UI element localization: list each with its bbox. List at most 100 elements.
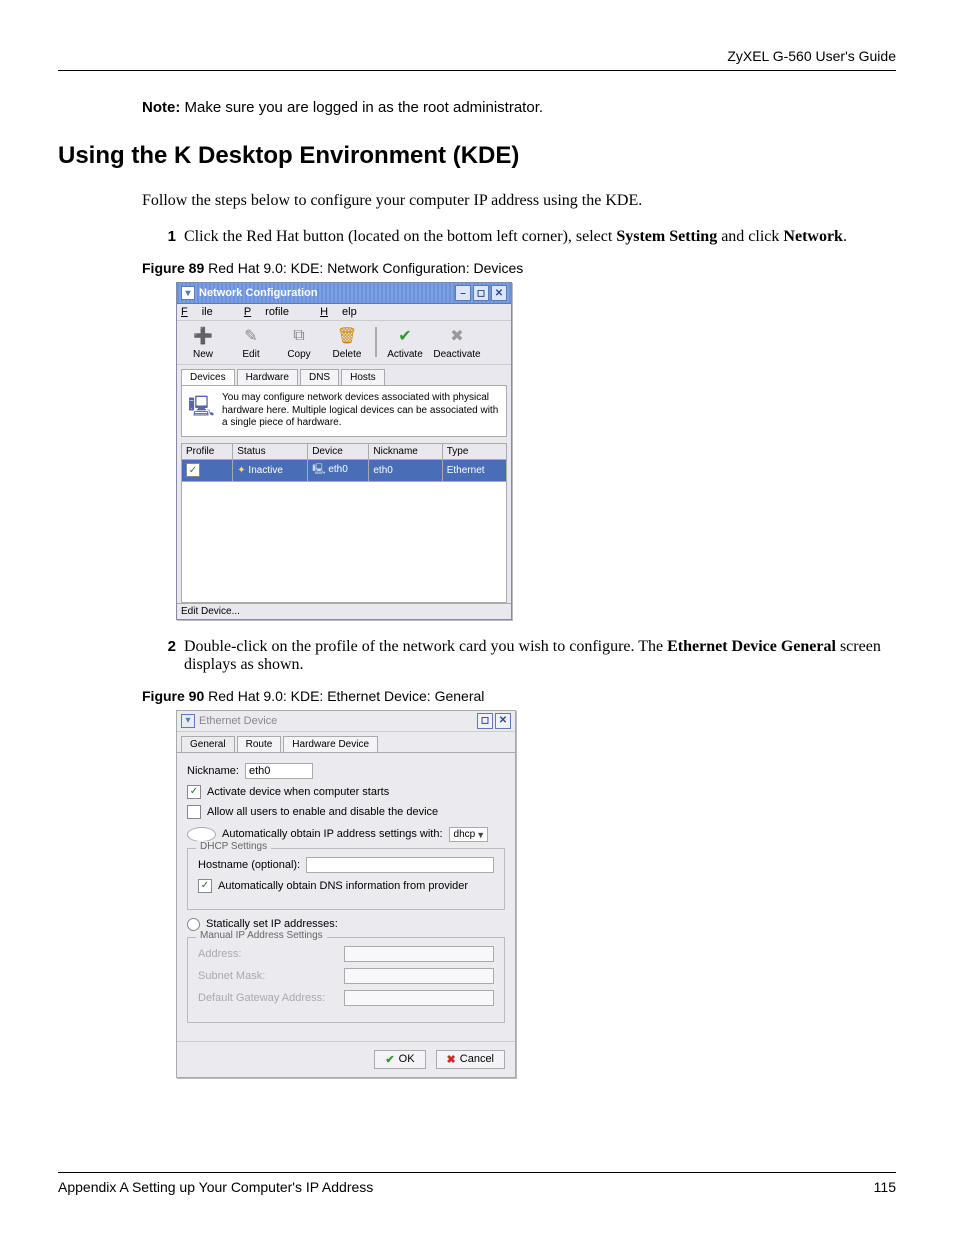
maximize-button[interactable]: ◻	[477, 713, 493, 729]
menu-help[interactable]: Help	[320, 306, 371, 318]
tab-devices[interactable]: Devices	[181, 369, 235, 385]
col-type[interactable]: Type	[442, 443, 506, 459]
col-profile[interactable]: Profile	[182, 443, 233, 459]
toolbar-delete[interactable]: 🗑Delete	[323, 325, 371, 360]
section-title: Using the K Desktop Environment (KDE)	[58, 142, 896, 170]
address-field	[344, 946, 494, 962]
footer-right: 115	[874, 1179, 896, 1195]
minimize-button[interactable]: –	[455, 285, 471, 301]
header-rule	[58, 70, 896, 71]
close-icon: ✖	[447, 1053, 456, 1066]
auto-dns-checkbox[interactable]: ✓	[198, 879, 212, 893]
window-menu-icon[interactable]: ▾	[181, 286, 195, 300]
col-nickname[interactable]: Nickname	[369, 443, 442, 459]
tab-hardware-device[interactable]: Hardware Device	[283, 736, 378, 752]
manual-ip-fieldset: Manual IP Address Settings Address: Subn…	[187, 937, 505, 1023]
activate-icon: ✔	[394, 325, 416, 347]
page-header: ZyXEL G-560 User's Guide	[58, 48, 896, 70]
profile-checkbox[interactable]: ✓	[186, 463, 200, 477]
toolbar: ➕New ✎Edit ⧉Copy 🗑Delete ✔Activate ✖Deac…	[177, 321, 511, 365]
window-menu-icon[interactable]: ▾	[181, 714, 195, 728]
nickname-field[interactable]	[245, 763, 313, 779]
toolbar-copy[interactable]: ⧉Copy	[275, 325, 323, 360]
menubar: File Profile Help	[177, 304, 511, 321]
nickname-label: Nickname:	[187, 765, 239, 777]
deactivate-icon: ✖	[446, 325, 468, 347]
hostname-field[interactable]	[306, 857, 494, 873]
copy-icon: ⧉	[288, 325, 310, 347]
hostname-label: Hostname (optional):	[198, 859, 300, 871]
toolbar-deactivate[interactable]: ✖Deactivate	[429, 325, 485, 360]
address-label: Address:	[198, 948, 338, 960]
intro-text: Follow the steps below to configure your…	[142, 192, 896, 210]
note-label: Note:	[142, 99, 180, 116]
menu-profile[interactable]: Profile	[244, 306, 303, 318]
dhcp-settings-fieldset: DHCP Settings Hostname (optional): ✓ Aut…	[187, 848, 505, 910]
info-text: You may configure network devices associ…	[222, 392, 500, 430]
allow-users-label: Allow all users to enable and disable th…	[207, 806, 438, 818]
window-title: Ethernet Device	[199, 715, 277, 727]
footer-left: Appendix A Setting up Your Computer's IP…	[58, 1179, 373, 1195]
col-status[interactable]: Status	[233, 443, 308, 459]
network-card-icon: 🖳	[188, 392, 216, 430]
tabs: General Route Hardware Device	[177, 732, 515, 752]
figure-90-caption: Figure 90 Red Hat 9.0: KDE: Ethernet Dev…	[142, 688, 896, 704]
network-config-window: ▾ Network Configuration – ◻ ✕ File Profi…	[176, 282, 512, 620]
tab-route[interactable]: Route	[237, 736, 282, 752]
tab-dns[interactable]: DNS	[300, 369, 339, 385]
cancel-button[interactable]: ✖Cancel	[436, 1050, 505, 1069]
maximize-button[interactable]: ◻	[473, 285, 489, 301]
tab-hardware[interactable]: Hardware	[237, 369, 298, 385]
window-title: Network Configuration	[199, 287, 318, 299]
check-icon: ✔	[385, 1053, 394, 1066]
figure-89-caption: Figure 89 Red Hat 9.0: KDE: Network Conf…	[142, 260, 896, 276]
col-device[interactable]: Device	[308, 443, 369, 459]
tab-general[interactable]: General	[181, 736, 235, 752]
toolbar-edit[interactable]: ✎Edit	[227, 325, 275, 360]
dialog-buttons: ✔OK ✖Cancel	[177, 1041, 515, 1077]
allow-users-checkbox[interactable]	[187, 805, 201, 819]
ok-button[interactable]: ✔OK	[374, 1050, 425, 1069]
subnet-mask-label: Subnet Mask:	[198, 970, 338, 982]
note-text: Make sure you are logged in as the root …	[180, 99, 543, 116]
auto-dns-label: Automatically obtain DNS information fro…	[218, 880, 468, 892]
step-1-num: 1	[158, 228, 176, 246]
step-2: 2 Double-click on the profile of the net…	[158, 638, 896, 674]
gateway-field	[344, 990, 494, 1006]
titlebar[interactable]: ▾ Network Configuration – ◻ ✕	[177, 283, 511, 304]
table-row[interactable]: ✓ ✦ Inactive 🖳 eth0 eth0 Ethernet	[182, 459, 507, 481]
close-button[interactable]: ✕	[491, 285, 507, 301]
activate-label: Activate device when computer starts	[207, 786, 389, 798]
menu-file[interactable]: File	[181, 306, 227, 318]
activate-checkbox[interactable]: ✓	[187, 785, 201, 799]
auto-ip-radio[interactable]	[187, 827, 216, 842]
new-icon: ➕	[192, 325, 214, 347]
edit-icon: ✎	[240, 325, 262, 347]
statusbar: Edit Device...	[177, 603, 511, 619]
gateway-label: Default Gateway Address:	[198, 992, 338, 1004]
static-ip-label: Statically set IP addresses:	[206, 918, 338, 930]
titlebar[interactable]: ▾ Ethernet Device ◻ ✕	[177, 711, 515, 732]
auto-ip-label: Automatically obtain IP address settings…	[222, 828, 443, 840]
dhcp-legend: DHCP Settings	[196, 841, 271, 852]
tab-hosts[interactable]: Hosts	[341, 369, 385, 385]
note-line: Note: Make sure you are logged in as the…	[142, 99, 896, 116]
tab-body: 🖳 You may configure network devices asso…	[181, 385, 507, 437]
tabs: Devices Hardware DNS Hosts	[177, 365, 511, 385]
toolbar-new[interactable]: ➕New	[179, 325, 227, 360]
chevron-down-icon: ▼	[476, 830, 485, 840]
step-1: 1 Click the Red Hat button (located on t…	[158, 228, 896, 246]
ethernet-device-dialog: ▾ Ethernet Device ◻ ✕ General Route Hard…	[176, 710, 516, 1078]
close-button[interactable]: ✕	[495, 713, 511, 729]
step-2-num: 2	[158, 638, 176, 674]
delete-icon: 🗑	[336, 325, 358, 347]
general-form: Nickname: ✓ Activate device when compute…	[177, 752, 515, 1041]
table-empty-area	[181, 482, 507, 603]
manual-ip-legend: Manual IP Address Settings	[196, 930, 327, 941]
device-table: Profile Status Device Nickname Type ✓ ✦ …	[181, 443, 507, 482]
subnet-mask-field	[344, 968, 494, 984]
toolbar-separator	[375, 327, 377, 357]
toolbar-activate[interactable]: ✔Activate	[381, 325, 429, 360]
page-footer: Appendix A Setting up Your Computer's IP…	[58, 1172, 896, 1195]
dhcp-select[interactable]: dhcp▼	[449, 827, 489, 842]
